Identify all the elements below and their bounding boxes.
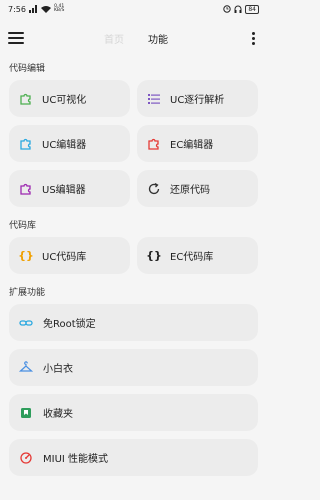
more-options-icon[interactable] [248,31,259,45]
wifi-icon [40,6,51,13]
card-ec-editor[interactable]: EC编辑器 [137,125,258,162]
code-edit-grid: UC可视化 UC逐行解析 UC编辑器 EC编辑器 US编辑器 还原代码 [0,80,267,207]
braces-icon: {} [18,249,34,262]
gauge-icon [19,451,33,465]
row-label: 小白衣 [43,364,73,375]
puzzle-icon [19,137,33,151]
row-xiaobaiyi[interactable]: 小白衣 [9,349,258,386]
card-uc-editor[interactable]: UC编辑器 [9,125,130,162]
puzzle-icon [19,92,33,106]
row-favorites[interactable]: 收藏夹 [9,394,258,431]
card-label: EC编辑器 [170,140,214,151]
card-label: US编辑器 [42,185,86,196]
status-time: 7:56 [8,4,26,14]
alarm-icon [223,5,232,13]
row-root-free-lock[interactable]: 免Root锁定 [9,304,258,341]
card-label: UC代码库 [42,252,87,263]
menu-icon[interactable] [8,32,24,44]
link-icon [19,316,33,330]
section-title-extensions: 扩展功能 [9,288,46,298]
bookmark-icon [19,406,33,420]
network-speed: 0.41 KB/S [53,3,65,13]
braces-icon: {} [146,249,162,262]
list-icon [147,92,161,106]
row-label: 免Root锁定 [43,319,96,330]
code-lib-grid: {} UC代码库 {} EC代码库 [0,237,267,274]
refresh-icon [147,182,161,196]
card-label: UC可视化 [42,95,87,106]
top-app-bar: 首页 功能 [0,18,267,58]
card-uc-visual[interactable]: UC可视化 [9,80,130,117]
puzzle-icon [147,137,161,151]
card-us-editor[interactable]: US编辑器 [9,170,130,207]
battery-indicator: 84 [245,4,259,14]
headphones-icon [234,5,242,13]
extensions-list: 免Root锁定 小白衣 收藏夹 MIUI 性能模式 [0,304,267,476]
status-bar: 7:56 0.41 KB/S 84 [0,0,267,18]
puzzle-icon [19,182,33,196]
tab-home[interactable]: 首页 [104,31,124,46]
hanger-icon [19,360,33,375]
card-uc-code-lib[interactable]: {} UC代码库 [9,237,130,274]
card-uc-line-parse[interactable]: UC逐行解析 [137,80,258,117]
signal-icon [28,5,37,13]
card-restore-code[interactable]: 还原代码 [137,170,258,207]
section-title-code-lib: 代码库 [9,221,37,231]
row-miui-performance[interactable]: MIUI 性能模式 [9,439,258,476]
card-label: 还原代码 [170,185,210,196]
card-label: UC逐行解析 [170,95,225,106]
row-label: 收藏夹 [43,409,73,420]
top-tabs: 首页 功能 [104,31,168,46]
card-ec-code-lib[interactable]: {} EC代码库 [137,237,258,274]
tab-functions[interactable]: 功能 [148,31,168,46]
section-title-code-edit: 代码编辑 [9,64,46,74]
card-label: UC编辑器 [42,140,87,151]
row-label: MIUI 性能模式 [43,454,109,465]
card-label: EC代码库 [170,252,214,263]
